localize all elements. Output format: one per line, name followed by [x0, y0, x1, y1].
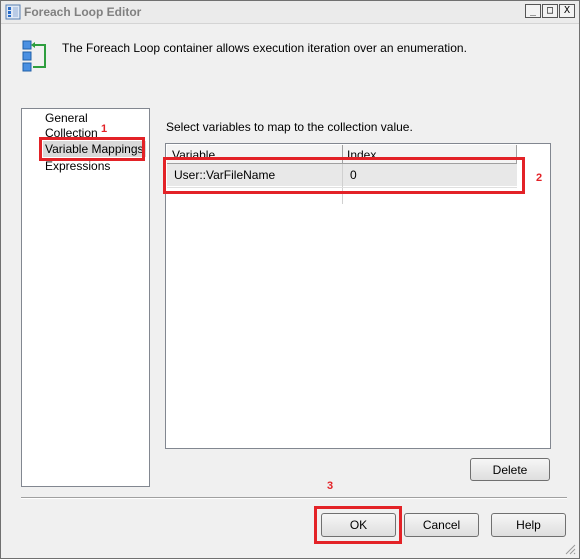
window-title: Foreach Loop Editor	[24, 5, 142, 19]
minimize-button[interactable]: _	[525, 4, 541, 18]
cancel-button[interactable]: Cancel	[404, 513, 479, 537]
title-bar[interactable]: Foreach Loop Editor _ □ X	[1, 1, 579, 24]
resize-grip-icon[interactable]	[564, 543, 576, 555]
annotation-number-2: 2	[536, 172, 543, 184]
dialog-window: Foreach Loop Editor _ □ X The Foreach Lo…	[0, 0, 580, 559]
highlight-box-row	[163, 157, 525, 194]
annotation-number-1: 1	[101, 123, 108, 135]
foreach-loop-icon	[22, 40, 46, 72]
annotation-number-3: 3	[327, 480, 334, 492]
delete-button[interactable]: Delete	[470, 458, 550, 481]
help-button[interactable]: Help	[491, 513, 566, 537]
maximize-button[interactable]: □	[542, 4, 558, 18]
mapping-instruction: Select variables to map to the collectio…	[166, 120, 413, 134]
highlight-box-nav	[39, 137, 145, 161]
app-icon	[5, 4, 21, 20]
header-description: The Foreach Loop container allows execut…	[62, 41, 467, 55]
nav-item-expressions[interactable]: Expressions	[45, 159, 110, 173]
nav-item-general[interactable]: General	[45, 111, 88, 125]
footer-separator-highlight	[21, 498, 567, 499]
close-button[interactable]: X	[559, 4, 575, 18]
highlight-box-ok	[314, 506, 402, 544]
